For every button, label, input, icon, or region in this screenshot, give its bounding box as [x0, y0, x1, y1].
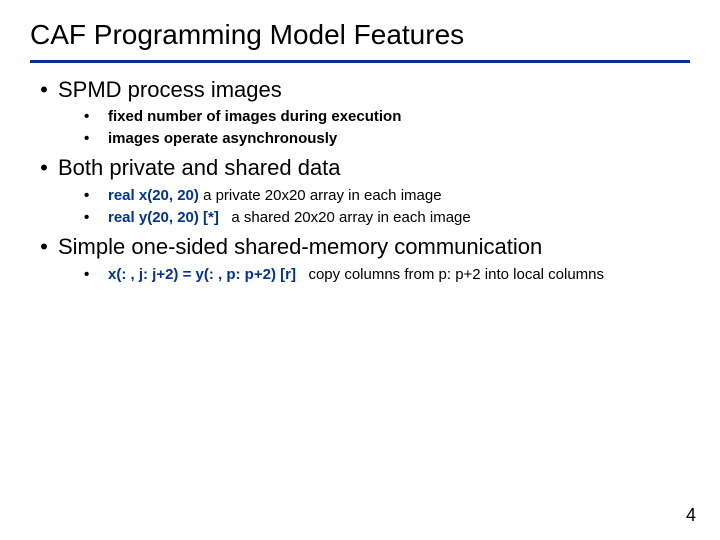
list-item: • x(: , j: j+2) = y(: , p: p+2) [r] copy… — [84, 265, 690, 285]
bullet-dot-icon: • — [84, 186, 108, 206]
bullet-dot-icon: • — [84, 208, 108, 228]
sub-bullet-text: real x(20, 20) a private 20x20 array in … — [108, 186, 690, 206]
description: a shared 20x20 array in each image — [231, 209, 470, 226]
list-item: • SPMD process images • fixed number of … — [30, 77, 690, 150]
bullet-dot-icon: • — [30, 235, 58, 259]
sub-bullet-list: • x(: , j: j+2) = y(: , p: p+2) [r] copy… — [30, 265, 690, 285]
page-number: 4 — [686, 505, 696, 526]
bullet-dot-icon: • — [30, 156, 58, 180]
sub-bullet-text: real y(20, 20) [*] a shared 20x20 array … — [108, 208, 690, 228]
description: a private 20x20 array in each image — [203, 187, 441, 204]
bullet-dot-icon: • — [84, 265, 108, 285]
title-underline — [30, 60, 690, 63]
sub-bullet-text: x(: , j: j+2) = y(: , p: p+2) [r] copy c… — [108, 265, 690, 285]
code-snippet: real y(20, 20) [*] — [108, 209, 219, 226]
bullet-level1: • SPMD process images — [30, 77, 690, 103]
sub-bullet-text: images operate asynchronously — [108, 129, 690, 149]
code-snippet: x(: , j: j+2) = y(: , p: p+2) [r] — [108, 266, 296, 283]
description: copy columns from p: p+2 into local colu… — [308, 266, 604, 283]
bullet-dot-icon: • — [30, 78, 58, 102]
list-item: • images operate asynchronously — [84, 129, 690, 149]
slide-title: CAF Programming Model Features — [30, 18, 690, 52]
bullet-text: SPMD process images — [58, 77, 282, 103]
bullet-text: Simple one-sided shared-memory communica… — [58, 234, 542, 260]
list-item: • fixed number of images during executio… — [84, 107, 690, 127]
list-item: • Both private and shared data • real x(… — [30, 155, 690, 228]
sub-bullet-list: • fixed number of images during executio… — [30, 107, 690, 150]
bullet-dot-icon: • — [84, 107, 108, 127]
code-snippet: real x(20, 20) — [108, 187, 199, 204]
bullet-level1: • Both private and shared data — [30, 155, 690, 181]
sub-bullet-list: • real x(20, 20) a private 20x20 array i… — [30, 186, 690, 229]
sub-bullet-text: fixed number of images during execution — [108, 107, 690, 127]
bullet-list: • SPMD process images • fixed number of … — [30, 77, 690, 285]
bullet-level1: • Simple one-sided shared-memory communi… — [30, 234, 690, 260]
list-item: • real y(20, 20) [*] a shared 20x20 arra… — [84, 208, 690, 228]
slide: CAF Programming Model Features • SPMD pr… — [0, 0, 720, 540]
list-item: • real x(20, 20) a private 20x20 array i… — [84, 186, 690, 206]
list-item: • Simple one-sided shared-memory communi… — [30, 234, 690, 285]
bullet-dot-icon: • — [84, 129, 108, 149]
bullet-text: Both private and shared data — [58, 155, 341, 181]
